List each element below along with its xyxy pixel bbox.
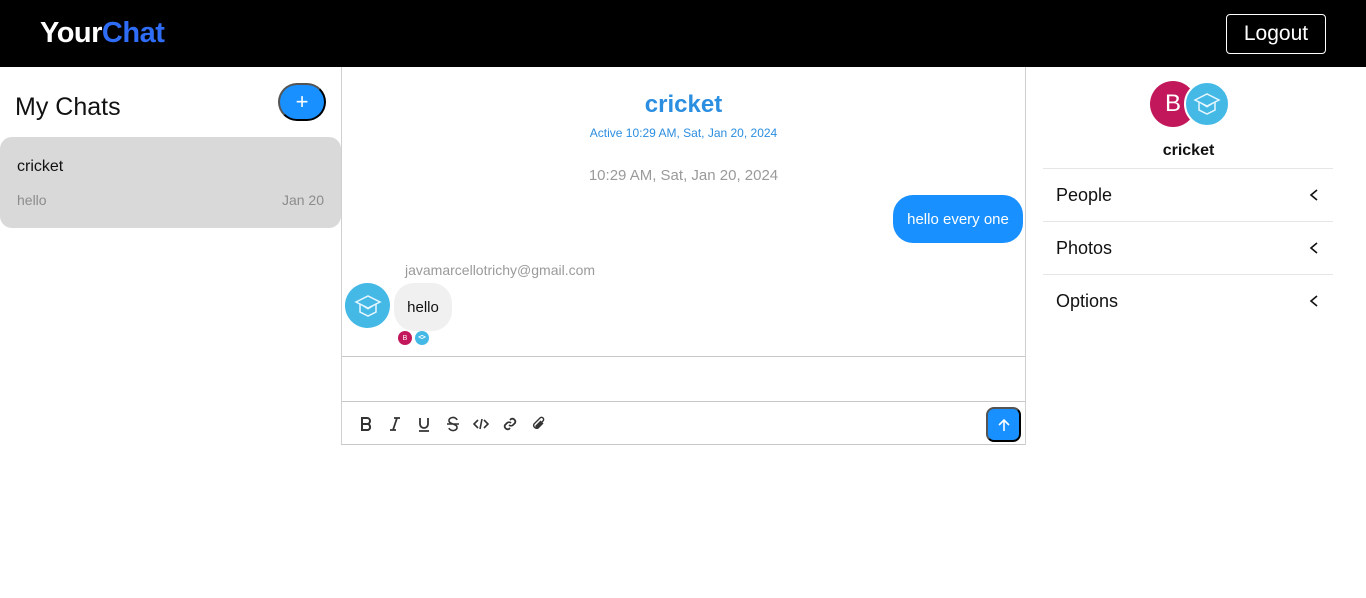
- chat-feed-panel: cricket Active 10:29 AM, Sat, Jan 20, 20…: [341, 67, 1026, 445]
- details-chat-name: cricket: [1162, 142, 1215, 159]
- other-message-bubble[interactable]: hello: [394, 283, 452, 331]
- accordion-people[interactable]: People: [1043, 168, 1333, 221]
- new-chat-button[interactable]: +: [278, 83, 326, 121]
- sender-avatar: [345, 283, 390, 328]
- accordion-photos-label: Photos: [1056, 237, 1113, 258]
- plus-icon: +: [295, 89, 309, 114]
- code-icon[interactable]: [471, 414, 491, 434]
- details-accordion: People Photos Options: [1043, 168, 1333, 327]
- accordion-photos[interactable]: Photos: [1043, 221, 1333, 274]
- top-navbar: Your Chat Logout: [0, 0, 1366, 67]
- member-avatar-chat: [1184, 81, 1230, 127]
- chat-list-panel: My Chats + cricket hello Jan 20: [0, 67, 341, 598]
- chat-list-item-name: cricket: [17, 158, 64, 175]
- read-receipt-avatar-chat: [415, 331, 429, 345]
- italic-icon[interactable]: [385, 414, 405, 434]
- chat-list-item-preview: hello: [17, 192, 47, 208]
- brand-logo-part1: Your: [40, 17, 102, 49]
- read-receipt-avatar-b: B: [398, 331, 412, 345]
- attachment-icon[interactable]: [529, 414, 549, 434]
- sender-email: javamarcellotrichy@gmail.com: [405, 262, 596, 278]
- accordion-options-label: Options: [1056, 290, 1119, 311]
- chevron-left-icon: [1307, 188, 1321, 202]
- brand-logo[interactable]: Your Chat: [40, 17, 165, 50]
- link-icon[interactable]: [500, 414, 520, 434]
- my-message-bubble[interactable]: hello every one: [893, 195, 1023, 243]
- message-timestamp: 10:29 AM, Sat, Jan 20, 2024: [588, 167, 779, 184]
- school-logo-icon: [353, 294, 382, 317]
- message-toolbar: [342, 402, 1025, 445]
- chevron-left-icon: [1307, 241, 1321, 255]
- logout-button[interactable]: Logout: [1226, 13, 1326, 54]
- send-button[interactable]: [986, 407, 1021, 442]
- accordion-options[interactable]: Options: [1043, 274, 1333, 327]
- brand-logo-part2: Chat: [101, 17, 165, 49]
- chat-active-status: Active 10:29 AM, Sat, Jan 20, 2024: [589, 126, 778, 140]
- my-chats-title: My Chats: [15, 93, 121, 121]
- underline-icon[interactable]: [414, 414, 434, 434]
- bold-icon[interactable]: [356, 414, 376, 434]
- arrow-up-icon: [997, 418, 1010, 431]
- chevron-left-icon: [1307, 294, 1321, 308]
- strikethrough-icon[interactable]: [443, 414, 463, 434]
- chat-title: cricket: [644, 91, 723, 118]
- chat-list-item[interactable]: cricket hello Jan 20: [0, 137, 341, 228]
- chat-list-item-date: Jan 20: [281, 192, 324, 208]
- school-logo-icon: [1193, 93, 1221, 115]
- message-input[interactable]: [342, 356, 1025, 402]
- chat-details-panel: B cricket People Photos Options: [1026, 67, 1366, 598]
- accordion-people-label: People: [1056, 184, 1113, 205]
- school-logo-icon: [418, 334, 426, 339]
